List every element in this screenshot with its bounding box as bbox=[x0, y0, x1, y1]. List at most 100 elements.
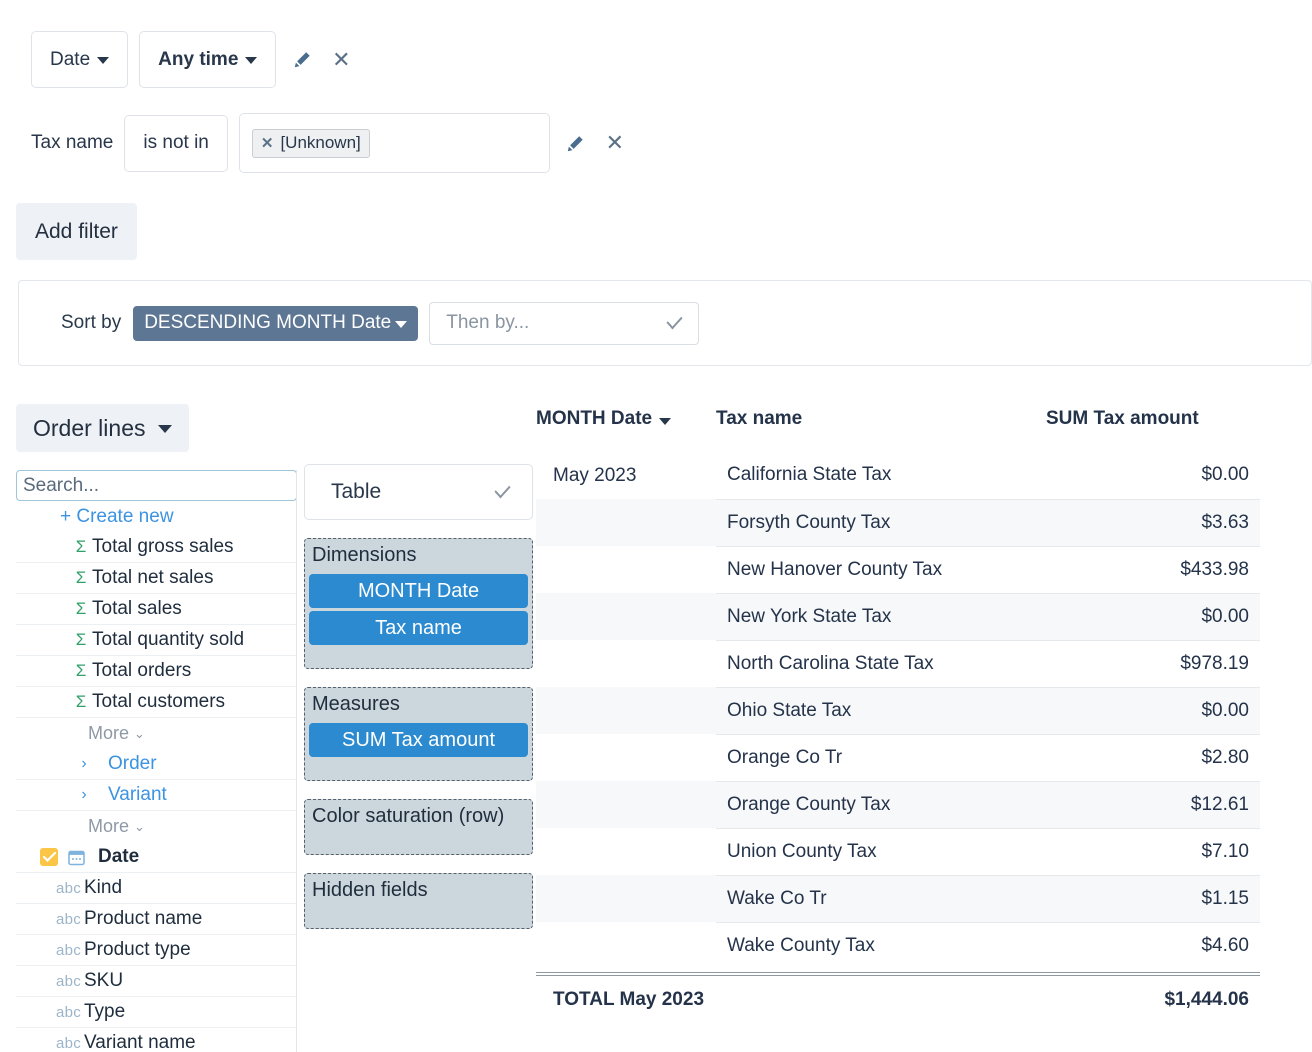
field-item-total-quantity-sold[interactable]: Σ Total quantity sold bbox=[16, 625, 296, 656]
cell-tax-name: Union County Tax bbox=[716, 827, 1046, 875]
field-item-total-net-sales[interactable]: Σ Total net sales bbox=[16, 563, 296, 594]
zone-pill-sum-tax-amount[interactable]: SUM Tax amount bbox=[309, 723, 528, 757]
cell-tax-name: Orange County Tax bbox=[716, 780, 1046, 828]
zone-pill-tax-name[interactable]: Tax name bbox=[309, 611, 528, 645]
filter-field-date[interactable]: Date bbox=[31, 31, 129, 88]
total-label: TOTAL May 2023 bbox=[553, 989, 705, 1010]
field-item-label: SKU bbox=[84, 970, 124, 991]
field-item-total-orders[interactable]: Σ Total orders bbox=[16, 656, 296, 687]
column-header-sum-tax-amount[interactable]: SUM Tax amount bbox=[1046, 408, 1260, 452]
field-list: + Create new Σ Total gross sales Σ Total… bbox=[16, 501, 296, 1052]
caret-down-icon bbox=[97, 57, 110, 64]
close-icon[interactable]: ✕ bbox=[600, 128, 630, 158]
field-item-product-name[interactable]: abc Product name bbox=[16, 904, 296, 935]
sigma-icon: Σ bbox=[75, 537, 87, 556]
filter-operator-any-time[interactable]: Any time bbox=[139, 31, 277, 88]
table-row[interactable]: Union County Tax $7.10 bbox=[536, 827, 1260, 875]
filter-operator-is-not-in[interactable]: is not in bbox=[124, 114, 228, 172]
field-group-order[interactable]: › Order bbox=[16, 749, 296, 780]
field-item-type[interactable]: abc Type bbox=[16, 997, 296, 1028]
table-row[interactable]: Orange County Tax $12.61 bbox=[536, 780, 1260, 828]
cell-month bbox=[536, 593, 716, 640]
pencil-icon[interactable] bbox=[287, 45, 317, 75]
create-new-field-button[interactable]: + Create new bbox=[16, 501, 296, 532]
zone-hidden-fields[interactable]: Hidden fields bbox=[304, 873, 533, 929]
filter-operator-is-not-in-label: is not in bbox=[143, 132, 209, 153]
table-row[interactable]: Orange Co Tr $2.80 bbox=[536, 733, 1260, 781]
sort-active-pill[interactable]: DESCENDING MONTH Date bbox=[133, 305, 419, 341]
filter-field-date-label: Date bbox=[50, 48, 91, 70]
field-item-label: Total orders bbox=[92, 660, 192, 681]
field-item-sku[interactable]: abc SKU bbox=[16, 966, 296, 997]
table-row[interactable]: Wake Co Tr $1.15 bbox=[536, 874, 1260, 922]
close-icon[interactable]: ✕ bbox=[326, 45, 356, 75]
column-header-tax-name[interactable]: Tax name bbox=[716, 408, 1046, 452]
cell-tax-name: Ohio State Tax bbox=[716, 686, 1046, 734]
zone-title: Dimensions bbox=[312, 544, 417, 566]
more-measures-button[interactable]: More ⌄ bbox=[16, 718, 296, 749]
cell-month bbox=[536, 734, 716, 781]
chevron-right-icon: › bbox=[81, 755, 87, 772]
table-row[interactable]: New York State Tax $0.00 bbox=[536, 592, 1260, 640]
sigma-icon: Σ bbox=[75, 692, 87, 711]
chevron-down-icon: ⌄ bbox=[134, 818, 145, 834]
cell-tax-name: Wake County Tax bbox=[716, 921, 1046, 969]
table-header-row: MONTH Date Tax name SUM Tax amount bbox=[536, 408, 1260, 452]
table-row[interactable]: New Hanover County Tax $433.98 bbox=[536, 545, 1260, 593]
cell-tax-name: New Hanover County Tax bbox=[716, 545, 1046, 593]
field-item-date[interactable]: Date bbox=[16, 842, 296, 873]
field-item-kind[interactable]: abc Kind bbox=[16, 873, 296, 904]
table-row[interactable]: Forsyth County Tax $3.63 bbox=[536, 498, 1260, 546]
explore-page: Date Any time ✕ Tax name is not in ✕ [Un… bbox=[0, 0, 1312, 1052]
pencil-icon[interactable] bbox=[561, 128, 591, 158]
field-item-label: Total quantity sold bbox=[92, 629, 245, 650]
filter-token-unknown[interactable]: ✕ [Unknown] bbox=[251, 128, 370, 158]
cell-amount: $433.98 bbox=[1046, 545, 1260, 593]
field-item-label: Variant name bbox=[84, 1032, 196, 1052]
field-item-total-gross-sales[interactable]: Σ Total gross sales bbox=[16, 532, 296, 563]
sort-by-label: Sort by bbox=[61, 312, 122, 333]
cell-amount: $12.61 bbox=[1046, 780, 1260, 828]
cell-tax-name: North Carolina State Tax bbox=[716, 639, 1046, 687]
filter-value-input[interactable]: ✕ [Unknown] bbox=[238, 113, 550, 173]
cell-amount: $4.60 bbox=[1046, 921, 1260, 969]
table-row[interactable]: May 2023 California State Tax $0.00 bbox=[536, 452, 1260, 499]
field-item-label: Total net sales bbox=[92, 567, 214, 588]
search-input[interactable] bbox=[16, 470, 296, 501]
results-table-container: MONTH Date Tax name SUM Tax amount May 2… bbox=[536, 408, 1312, 1024]
filter-token-label: [Unknown] bbox=[280, 133, 361, 152]
zone-measures[interactable]: Measures SUM Tax amount bbox=[304, 687, 533, 781]
field-item-label: Type bbox=[84, 1001, 126, 1022]
field-sidebar: + Create new Σ Total gross sales Σ Total… bbox=[16, 470, 297, 1052]
field-item-product-type[interactable]: abc Product type bbox=[16, 935, 296, 966]
field-group-variant[interactable]: › Variant bbox=[16, 780, 296, 811]
cell-month bbox=[536, 640, 716, 687]
view-selector-order-lines[interactable]: Order lines bbox=[16, 404, 190, 452]
add-filter-button[interactable]: Add filter bbox=[16, 203, 137, 260]
table-row[interactable]: Wake County Tax $4.60 bbox=[536, 921, 1260, 969]
checkbox-checked-icon[interactable] bbox=[40, 848, 58, 866]
field-item-label: Product name bbox=[84, 908, 203, 929]
zone-dropzone[interactable] bbox=[307, 648, 530, 664]
table-row[interactable]: Ohio State Tax $0.00 bbox=[536, 686, 1260, 734]
field-item-label: Total gross sales bbox=[92, 536, 234, 557]
zone-color-saturation[interactable]: Color saturation (row) bbox=[304, 799, 533, 855]
text-type-icon: abc bbox=[56, 972, 82, 990]
visualization-type-select[interactable]: Table bbox=[304, 464, 533, 520]
column-header-month-date[interactable]: MONTH Date bbox=[536, 408, 716, 452]
cell-month bbox=[536, 922, 716, 969]
total-value: $1,444.06 bbox=[1164, 989, 1249, 1010]
field-item-total-sales[interactable]: Σ Total sales bbox=[16, 594, 296, 625]
more-groups-button[interactable]: More ⌄ bbox=[16, 811, 296, 842]
sort-active-label: DESCENDING MONTH Date bbox=[144, 312, 392, 333]
zone-pill-month-date[interactable]: MONTH Date bbox=[309, 574, 528, 608]
field-item-variant-name[interactable]: abc Variant name bbox=[16, 1028, 296, 1052]
text-type-icon: abc bbox=[56, 910, 82, 928]
field-item-total-customers[interactable]: Σ Total customers bbox=[16, 687, 296, 718]
table-row[interactable]: North Carolina State Tax $978.19 bbox=[536, 639, 1260, 687]
close-icon[interactable]: ✕ bbox=[261, 134, 274, 152]
zone-dimensions[interactable]: Dimensions MONTH Date Tax name bbox=[304, 538, 533, 669]
chevron-down-icon bbox=[494, 480, 511, 498]
zone-dropzone[interactable] bbox=[307, 760, 530, 776]
then-by-select[interactable]: Then by... bbox=[429, 301, 700, 345]
